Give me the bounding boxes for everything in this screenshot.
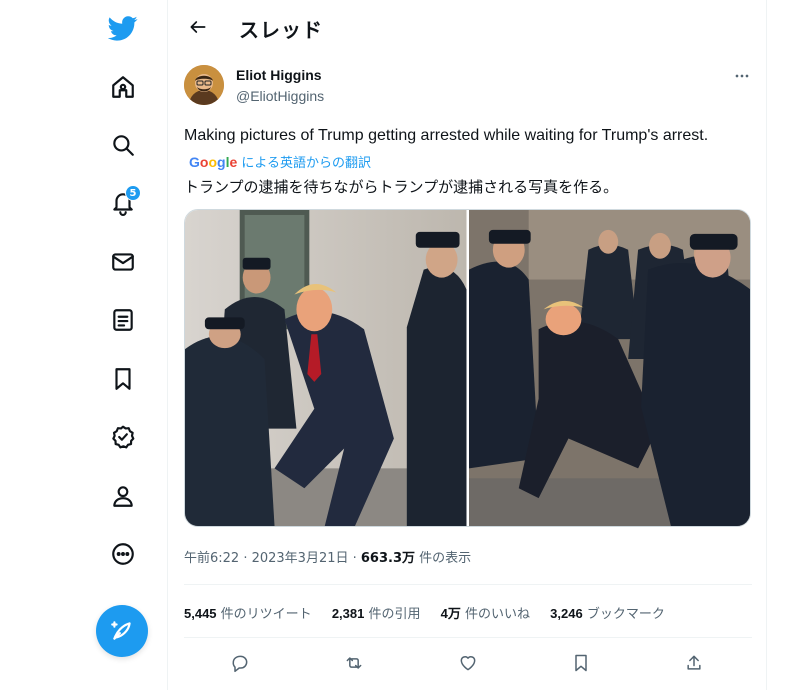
avatar[interactable] xyxy=(184,65,224,105)
likes-stat[interactable]: 4万 件のいいね xyxy=(441,603,530,622)
compose-tweet-button[interactable] xyxy=(96,605,148,657)
bookmark-button[interactable] xyxy=(567,649,595,677)
google-logo: Google xyxy=(189,154,238,170)
share-upload-icon xyxy=(687,655,701,670)
arrow-left-icon xyxy=(190,21,206,33)
like-button[interactable] xyxy=(454,649,482,677)
thread-header: スレッド xyxy=(169,0,767,53)
share-button[interactable] xyxy=(680,649,708,677)
tweet-actions xyxy=(184,645,752,679)
translated-text: トランプの逮捕を待ちながらトランプが逮捕される写真を作る。 xyxy=(184,178,619,196)
more-circle-icon[interactable] xyxy=(101,532,145,576)
left-nav-rail: 5 xyxy=(0,0,168,690)
tweet-stats: 5,445 件のリツイート 2,381 件の引用 4万 件のいいね 3,246 … xyxy=(184,603,681,622)
more-dots-icon xyxy=(735,74,749,78)
tweet-image-1[interactable] xyxy=(185,210,467,526)
page-title: スレッド xyxy=(239,18,323,42)
reply-bubble-icon xyxy=(232,655,248,673)
divider xyxy=(184,637,752,638)
twitter-logo-icon[interactable] xyxy=(101,6,145,50)
divider xyxy=(184,584,752,585)
tweet-meta: 午前6:22 · 2023年3月21日 · 663.3万 件の表示 xyxy=(184,547,471,566)
views-label: 件の表示 xyxy=(415,551,472,566)
heart-icon xyxy=(460,656,476,671)
author-handle[interactable]: @EliotHiggins xyxy=(236,88,324,104)
tweet-image-2[interactable] xyxy=(468,210,750,526)
timestamp[interactable]: 午前6:22 · 2023年3月21日 · xyxy=(184,551,361,566)
bookmark-icon xyxy=(575,654,587,672)
explore-search-icon[interactable] xyxy=(101,123,145,167)
tweet-media-grid xyxy=(184,209,751,527)
profile-icon[interactable] xyxy=(101,474,145,518)
thread-column: スレッド Eliot Higgins @EliotHiggins Making … xyxy=(169,0,767,690)
tweet-text: Making pictures of Trump getting arreste… xyxy=(184,127,709,144)
notifications-bell-icon[interactable]: 5 xyxy=(101,181,145,225)
compose-feather-icon xyxy=(111,621,131,640)
translation-label: による英語からの翻訳 xyxy=(241,156,372,171)
verified-icon[interactable] xyxy=(101,415,145,459)
retweet-button[interactable] xyxy=(340,649,368,677)
back-button[interactable] xyxy=(181,10,215,44)
bookmarks-stat[interactable]: 3,246 ブックマーク xyxy=(550,603,665,622)
more-options-button[interactable] xyxy=(727,64,757,88)
home-icon[interactable] xyxy=(101,65,145,109)
retweet-icon xyxy=(346,657,362,669)
translation-attribution-link[interactable]: Google による英語からの翻訳 xyxy=(189,152,371,171)
messages-envelope-icon[interactable] xyxy=(101,240,145,284)
notification-count-badge: 5 xyxy=(125,185,141,201)
views-count: 663.3万 xyxy=(360,551,416,566)
author-name[interactable]: Eliot Higgins xyxy=(236,67,322,83)
quotes-stat[interactable]: 2,381 件の引用 xyxy=(332,603,421,622)
retweets-stat[interactable]: 5,445 件のリツイート xyxy=(184,603,312,622)
bookmarks-icon[interactable] xyxy=(101,357,145,401)
reply-button[interactable] xyxy=(226,649,254,677)
lists-icon[interactable] xyxy=(101,298,145,342)
